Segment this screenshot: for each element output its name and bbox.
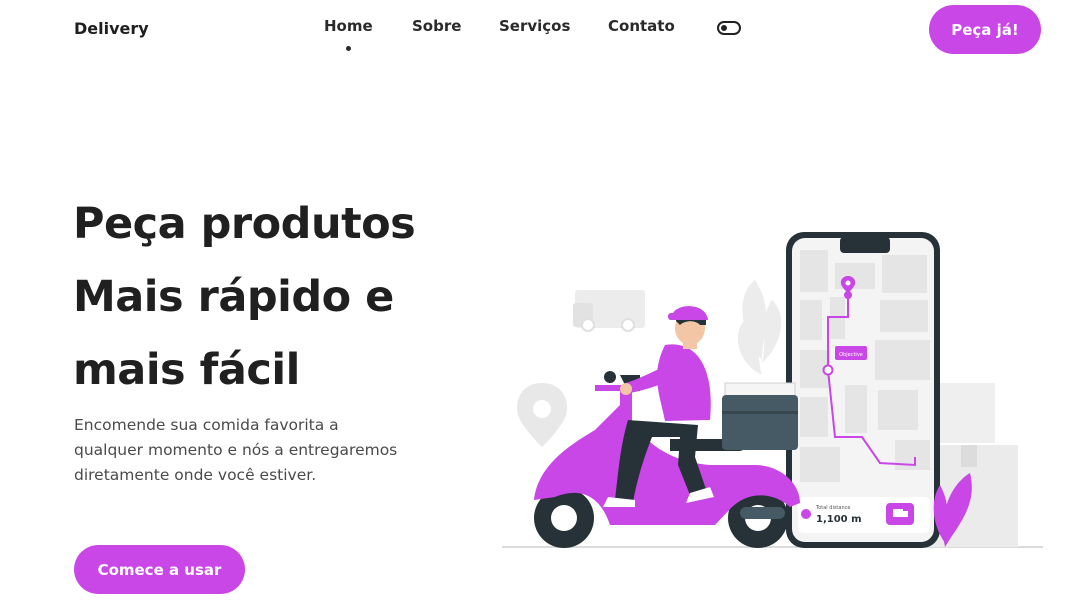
nav-link-sobre[interactable]: Sobre bbox=[412, 17, 461, 35]
nav-link-contato[interactable]: Contato bbox=[608, 17, 675, 35]
navbar: Delivery Home Sobre Serviços Contato Peç… bbox=[0, 0, 1078, 60]
order-now-button[interactable]: Peça já! bbox=[929, 5, 1041, 54]
location-pin-icon bbox=[517, 383, 567, 447]
active-indicator-dot bbox=[346, 46, 351, 51]
nav-link-servicos[interactable]: Serviços bbox=[499, 17, 570, 35]
leaf-icon bbox=[737, 280, 782, 375]
hero-title-line-3: mais fácil bbox=[73, 345, 300, 395]
distance-value: 1,100 m bbox=[816, 514, 862, 525]
distance-label: Total distance bbox=[815, 505, 850, 511]
hero-title-line-1: Peça produtos bbox=[73, 199, 416, 249]
theme-toggle-icon[interactable] bbox=[717, 21, 741, 35]
delivery-box-illustration bbox=[722, 382, 798, 450]
logo[interactable]: Delivery bbox=[74, 19, 149, 38]
map-objective-label: Objective bbox=[839, 352, 863, 358]
get-started-button[interactable]: Comece a usar bbox=[74, 545, 245, 594]
nav-link-home[interactable]: Home bbox=[324, 17, 373, 35]
hero-description: Encomende sua comida favorita a qualquer… bbox=[74, 416, 398, 484]
hero-title: Peça produtos Mais rápido e mais fácil bbox=[73, 188, 493, 407]
phone-illustration: Objective Total distance 1,100 m bbox=[786, 232, 940, 548]
truck-icon bbox=[573, 290, 645, 332]
hero-title-line-2: Mais rápido e bbox=[73, 272, 394, 322]
delivery-illustration: Objective Total distance 1,100 m bbox=[502, 232, 1043, 548]
